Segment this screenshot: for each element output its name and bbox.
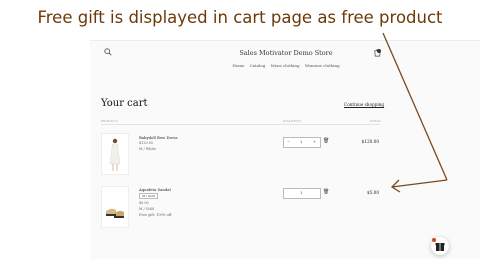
quantity-stepper: − 1 + <box>283 137 321 148</box>
column-header-quantity: QUANTITY <box>283 119 302 123</box>
nav-home[interactable]: Home <box>232 63 244 68</box>
trash-icon[interactable]: 🗑 <box>323 138 329 144</box>
decrease-quantity-button[interactable]: − <box>287 140 290 144</box>
product-image-sandal[interactable] <box>101 186 129 228</box>
main-nav: Home Catalog Mens clothing Womens clothi… <box>90 63 480 68</box>
variant-select[interactable]: M / Gold <box>139 193 159 199</box>
item-total: $5.00 <box>367 190 379 195</box>
sandal-image <box>106 208 124 218</box>
free-gift-note: Free gift: 100% off <box>139 213 172 217</box>
nav-catalog[interactable]: Catalog <box>250 63 266 68</box>
continue-shopping-link[interactable]: Continue shopping <box>344 102 384 107</box>
annotation-caption: Free gift is displayed in cart page as f… <box>37 8 443 27</box>
page-title: Your cart <box>101 98 148 109</box>
nav-womens-clothing[interactable]: Womens clothing <box>305 63 340 68</box>
item-price: $5.00 <box>139 201 149 205</box>
header-divider <box>101 124 380 125</box>
quantity-value[interactable]: 1 <box>300 140 302 144</box>
gift-notification-badge <box>432 238 436 242</box>
item-price: $120.00 <box>139 141 154 145</box>
column-header-total: TOTAL <box>370 119 382 123</box>
item-total: $120.00 <box>361 139 379 144</box>
item-variant: M / Gold <box>139 207 154 211</box>
dress-image <box>109 138 121 171</box>
quantity-value[interactable]: 1 <box>300 191 302 195</box>
trash-icon[interactable]: 🗑 <box>323 189 329 195</box>
column-header-product: PRODUCT <box>101 119 118 123</box>
product-image-dress[interactable] <box>101 133 129 175</box>
increase-quantity-button[interactable]: + <box>313 140 316 144</box>
store-name[interactable]: Sales Motivator Demo Store <box>90 49 480 57</box>
item-title[interactable]: Babydoll Bow Dress <box>139 135 178 140</box>
item-title[interactable]: Aquafeta Sandal <box>139 187 171 192</box>
store-page: Sales Motivator Demo Store Home Catalog … <box>90 40 480 259</box>
quantity-stepper: 1 <box>283 188 321 199</box>
cart-count-badge <box>377 49 381 53</box>
nav-mens-clothing[interactable]: Mens clothing <box>271 63 300 68</box>
item-variant: M / White <box>139 147 156 151</box>
